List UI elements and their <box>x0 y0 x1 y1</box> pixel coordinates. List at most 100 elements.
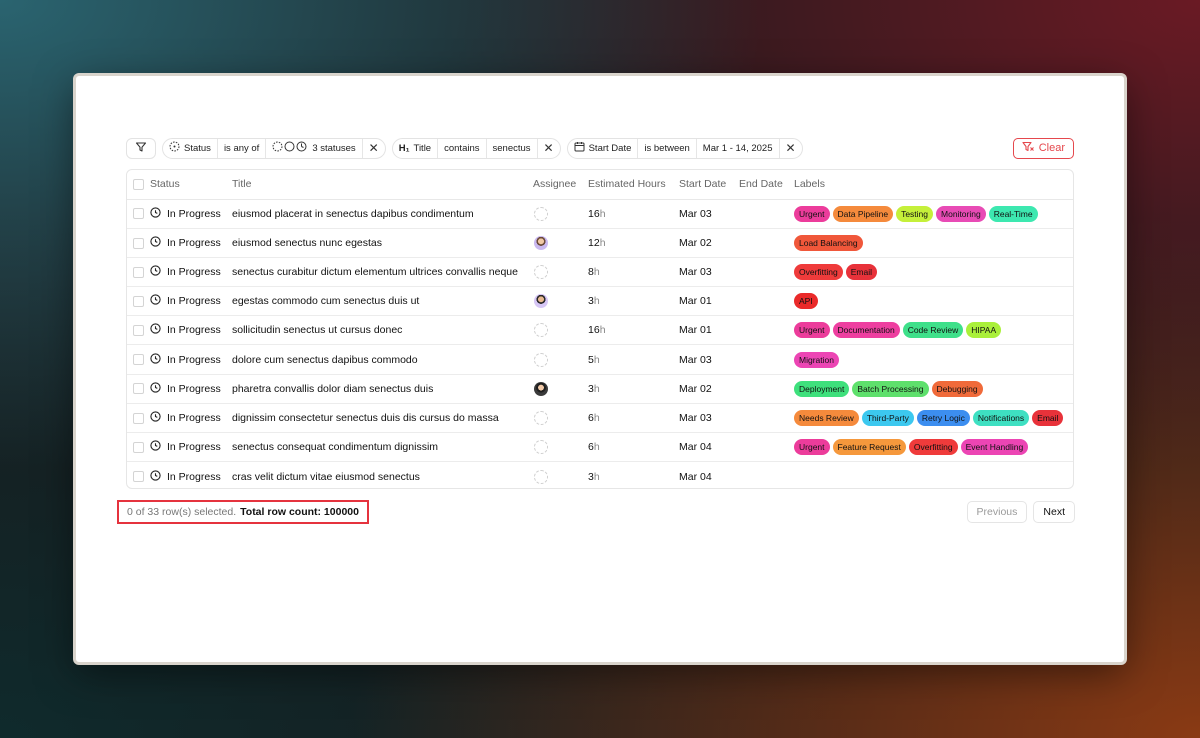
status-filter-value[interactable]: 3 statuses <box>266 138 363 158</box>
heading-icon: H₁ <box>398 142 410 154</box>
title-filter-operator[interactable]: contains <box>438 138 487 158</box>
assignee-cell <box>533 344 588 375</box>
empty-assignee-avatar[interactable] <box>534 323 548 338</box>
empty-assignee-avatar[interactable] <box>534 410 548 425</box>
status-dashed-icon <box>169 141 180 155</box>
row-checkbox[interactable] <box>133 471 144 483</box>
hours-unit: h <box>593 295 600 308</box>
status-text: In Progress <box>167 207 221 220</box>
title-cell: senectus curabitur dictum elementum ultr… <box>232 257 533 288</box>
hours-value: 12 <box>588 236 600 249</box>
hours-cell: 12h <box>588 228 679 258</box>
label-badge: HIPAA <box>966 322 1002 339</box>
row-checkbox[interactable] <box>133 412 144 424</box>
date-filter-field-label: Start Date <box>588 142 632 154</box>
table-row[interactable]: In Progress eiusmod senectus nunc egestas… <box>127 228 1073 258</box>
date-filter-remove-button[interactable]: ✕ <box>780 139 802 158</box>
filter-icon <box>135 141 147 156</box>
row-checkbox[interactable] <box>133 266 144 278</box>
empty-assignee-avatar[interactable] <box>534 264 548 279</box>
table-row[interactable]: In Progress pharetra convallis dolor diam… <box>127 374 1073 404</box>
table-row[interactable]: In Progress dolore cum senectus dapibus c… <box>127 344 1073 375</box>
row-checkbox[interactable] <box>133 441 144 453</box>
title-cell: sollicitudin senectus ut cursus donec <box>232 315 533 346</box>
labels-cell: Load Balancing <box>794 228 1073 258</box>
column-header-title[interactable]: Title <box>232 170 533 200</box>
table-row[interactable]: In Progress senectus consequat condimentu… <box>127 432 1073 463</box>
title-cell: egestas commodo cum senectus duis ut <box>232 286 533 317</box>
empty-assignee-avatar[interactable] <box>534 469 548 484</box>
table-row[interactable]: In Progress egestas commodo cum senectus … <box>127 286 1073 317</box>
row-checkbox[interactable] <box>133 325 144 337</box>
column-header-end-date[interactable]: End Date <box>739 170 794 200</box>
column-header-status[interactable]: Status <box>150 170 232 200</box>
status-cell: In Progress <box>150 294 232 308</box>
previous-page-button[interactable]: Previous <box>966 501 1028 523</box>
end-date-cell <box>739 462 794 488</box>
table-row[interactable]: In Progress eiusmod placerat in senectus … <box>127 199 1073 229</box>
assignee-cell <box>533 228 588 258</box>
empty-assignee-avatar[interactable] <box>534 206 548 221</box>
date-filter-value[interactable]: Mar 1 - 14, 2025 <box>697 138 780 158</box>
hours-unit: h <box>599 236 606 249</box>
title-filter-remove-button[interactable]: ✕ <box>538 139 560 158</box>
filter-button[interactable] <box>126 137 156 159</box>
labels-cell: Migration <box>794 344 1073 375</box>
row-checkbox[interactable] <box>133 354 144 366</box>
status-icons-group <box>272 141 308 155</box>
row-checkbox[interactable] <box>133 237 144 249</box>
row-checkbox[interactable] <box>133 295 144 307</box>
in-progress-icon <box>150 382 161 396</box>
select-all-checkbox[interactable] <box>133 178 144 190</box>
column-header-start-date[interactable]: Start Date <box>679 170 739 200</box>
status-text: In Progress <box>167 470 221 483</box>
hours-unit: h <box>593 265 600 278</box>
hours-cell: 3h <box>588 462 679 488</box>
clear-filters-button[interactable]: Clear <box>1012 137 1074 159</box>
labels-cell: Urgent Feature Request Overfitting Event Ha… <box>794 432 1073 463</box>
label-badge: Third-Party <box>861 409 914 426</box>
label-badge: Urgent <box>794 322 830 339</box>
status-cell: In Progress <box>150 206 232 221</box>
label-badge: Email <box>1032 409 1064 426</box>
status-filter-operator[interactable]: is any of <box>218 138 267 158</box>
column-header-labels[interactable]: Labels <box>794 170 1073 200</box>
row-checkbox[interactable] <box>133 383 144 395</box>
in-progress-icon <box>150 323 161 337</box>
end-date-cell <box>739 403 794 434</box>
table-row[interactable]: In Progress senectus curabitur dictum ele… <box>127 257 1073 288</box>
hours-value: 16 <box>588 207 600 220</box>
empty-assignee-avatar[interactable] <box>534 440 548 455</box>
label-badge: Batch Processing <box>852 380 929 397</box>
column-header-assignee[interactable]: Assignee <box>533 170 588 200</box>
label-badge: Load Balancing <box>794 234 863 251</box>
hours-cell: 16h <box>588 199 679 229</box>
title-filter-field-label: Title <box>413 142 432 154</box>
date-filter-operator[interactable]: is between <box>638 138 697 158</box>
row-checkbox[interactable] <box>133 208 144 220</box>
column-header-estimated-hours[interactable]: Estimated Hours <box>588 170 679 200</box>
label-badge: Documentation <box>832 322 900 339</box>
status-filter-remove-button[interactable]: ✕ <box>363 139 385 158</box>
next-page-button[interactable]: Next <box>1033 501 1075 523</box>
label-badge: Needs Review <box>794 409 859 426</box>
table-row[interactable]: In Progress dignissim consectetur senectu… <box>127 403 1073 434</box>
status-text: In Progress <box>167 324 221 337</box>
label-badge: Urgent <box>794 439 830 456</box>
assignee-cell <box>533 257 588 288</box>
status-filter-field[interactable]: Status <box>163 138 218 158</box>
table-row[interactable]: In Progress sollicitudin senectus ut curs… <box>127 315 1073 346</box>
date-filter-field[interactable]: Start Date <box>568 138 639 158</box>
title-filter-value[interactable]: senectus <box>487 138 538 158</box>
table-row[interactable]: In Progress cras velit dictum vitae eiusm… <box>127 462 1073 488</box>
label-badge: API <box>794 293 818 310</box>
empty-assignee-avatar[interactable] <box>534 352 548 367</box>
assignee-avatar[interactable] <box>534 235 548 250</box>
in-progress-icon <box>150 294 161 308</box>
in-progress-icon <box>150 265 161 279</box>
assignee-avatar[interactable] <box>534 381 548 396</box>
in-progress-icon <box>150 440 161 454</box>
assignee-avatar[interactable] <box>534 294 548 309</box>
title-filter-field[interactable]: H₁ Title <box>393 138 439 158</box>
status-filter-value-label: 3 statuses <box>312 142 356 154</box>
